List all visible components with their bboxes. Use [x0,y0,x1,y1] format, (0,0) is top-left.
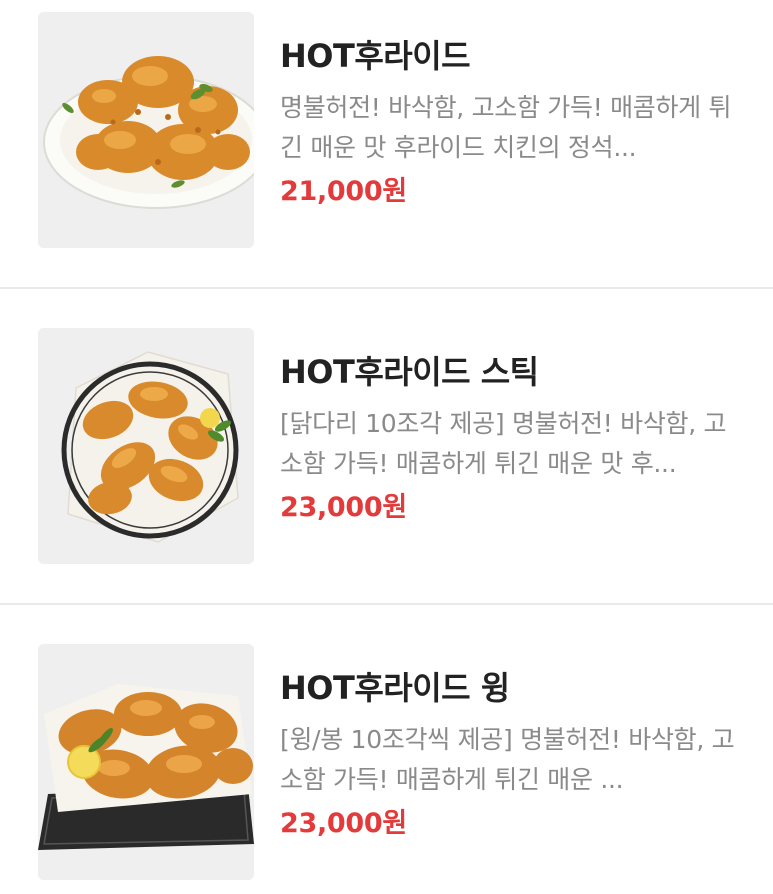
menu-item-info: HOT후라이드 윙 [윙/봉 10조각씩 제공] 명불허전! 바삭함, 고소함 … [280,666,753,844]
menu-item[interactable]: HOT후라이드 윙 [윙/봉 10조각씩 제공] 명불허전! 바삭함, 고소함 … [0,632,773,894]
menu-item-image[interactable] [38,12,254,248]
divider [0,287,773,289]
fried-chicken-plate-icon [38,12,254,248]
menu-item-description: [윙/봉 10조각씩 제공] 명불허전! 바삭함, 고소함 가득! 매콤하게 튀… [280,725,735,794]
menu-item-image[interactable] [38,644,254,880]
menu-item-image[interactable] [38,328,254,564]
menu-item-price: 21,000원 [280,176,407,207]
menu-item-description: 명불허전! 바삭함, 고소함 가득! 매콤하게 튀긴 매운 맛 후라이드 치킨의… [280,93,732,162]
fried-wings-basket-icon [38,644,254,880]
menu-item-price: 23,000원 [280,808,407,839]
menu-item-price: 23,000원 [280,492,407,523]
menu-item-name: HOT후라이드 스틱 [280,353,539,391]
menu-item[interactable]: HOT후라이드 명불허전! 바삭함, 고소함 가득! 매콤하게 튀긴 매운 맛 … [0,0,773,288]
menu-item-info: HOT후라이드 명불허전! 바삭함, 고소함 가득! 매콤하게 튀긴 매운 맛 … [280,34,753,212]
menu-item-name: HOT후라이드 윙 [280,669,510,707]
divider [0,603,773,605]
menu-item-info: HOT후라이드 스틱 [닭다리 10조각 제공] 명불허전! 바삭함, 고소함 … [280,350,753,528]
menu-item[interactable]: HOT후라이드 스틱 [닭다리 10조각 제공] 명불허전! 바삭함, 고소함 … [0,316,773,604]
menu-list: HOT후라이드 명불허전! 바삭함, 고소함 가득! 매콤하게 튀긴 매운 맛 … [0,0,773,894]
fried-drumsticks-basket-icon [38,328,254,564]
menu-item-description: [닭다리 10조각 제공] 명불허전! 바삭함, 고소함 가득! 매콤하게 튀긴… [280,409,727,478]
menu-item-name: HOT후라이드 [280,37,471,75]
